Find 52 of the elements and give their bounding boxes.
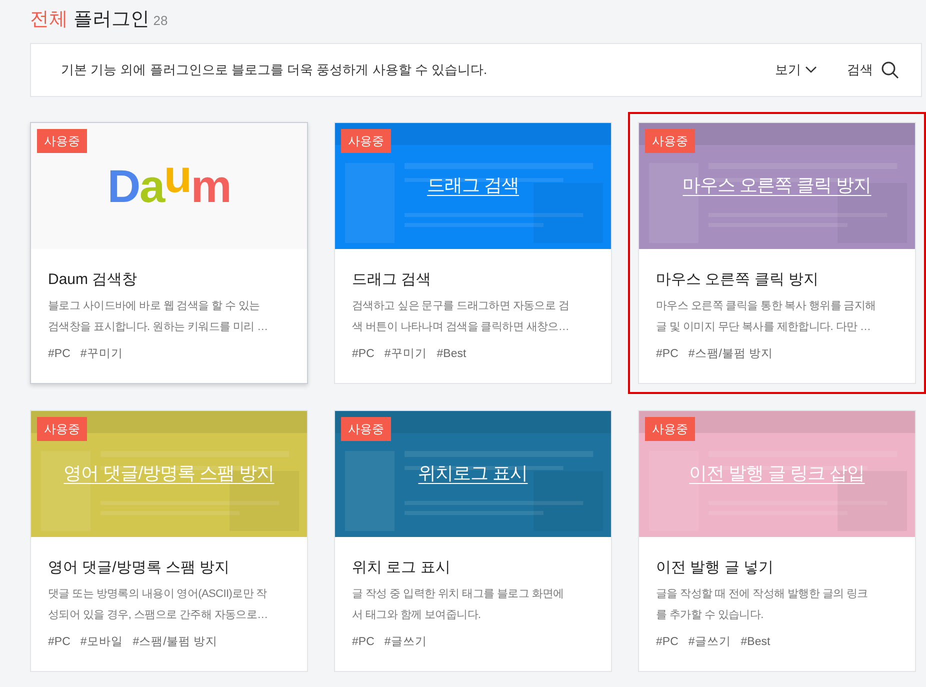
tag-link[interactable]: #PC [656, 634, 678, 652]
plugin-description: 글을 작성할 때 전에 작성해 발행한 글의 링크 를 추가할 수 있습니다. [656, 587, 869, 623]
plugin-card[interactable]: 사용중 영어 댓글/방명록 스팸 방지 영어 댓글/방명록 스팸 방지 댓글 또는 방명록의 내용이 영어(ASCII)로만 작 성되어 있을 경우, 스팸으로 간주해 자동으로… #PC #모바일 #스팸/불펌 방지 [30, 410, 308, 672]
plugin-name: Daum 검색창 [48, 270, 138, 290]
thumbnail-title: 이전 발행 글 링크 삽입 [689, 462, 865, 485]
plugin-name: 영어 댓글/방명록 스팸 방지 [48, 558, 231, 578]
tag-link[interactable]: #글쓰기 [688, 634, 731, 652]
tag-link[interactable]: #스팸/불펌 방지 [132, 634, 218, 652]
view-dropdown[interactable]: 보기 [775, 60, 817, 80]
tag-link[interactable]: #PC [352, 634, 374, 652]
thumbnail-title: 위치로그 표시 [418, 462, 528, 485]
search-button[interactable]: 검색 [847, 60, 899, 80]
in-use-badge: 사용중 [341, 128, 391, 152]
plugin-description: 검색하고 싶은 문구를 드래그하면 자동으로 검 색 버튼이 나타나며 검색을 클릭하면 새창으… [352, 299, 570, 335]
tag-link[interactable]: #꾸미기 [80, 346, 123, 364]
tag-link[interactable]: #PC [656, 346, 678, 364]
plugin-name: 이전 발행 글 넣기 [656, 558, 775, 578]
plugin-description: 댓글 또는 방명록의 내용이 영어(ASCII)로만 작 성되어 있을 경우, 스팸으로 간주해 자동으로… [48, 587, 269, 623]
logo: Daum [107, 162, 231, 208]
tag-link[interactable]: #PC [48, 346, 70, 364]
thumbnail-title: 마우스 오른쪽 클릭 방지 [682, 174, 872, 197]
thumbnail-title: 영어 댓글/방명록 스팸 방지 [64, 462, 274, 485]
in-use-badge: 사용중 [341, 416, 391, 440]
in-use-badge: 사용중 [645, 128, 695, 152]
in-use-badge: 사용중 [37, 128, 87, 152]
plugin-card[interactable]: 사용중 드래그 검색 드래그 검색 검색하고 싶은 문구를 드래그하면 자동으로 검 색 버튼이 나타나며 검색을 클릭하면 새창으… #PC #꾸미기 #Best [334, 122, 612, 384]
tag-link[interactable]: #Best [740, 634, 770, 652]
tag-link[interactable]: #글쓰기 [384, 634, 427, 652]
tag-link[interactable]: #PC [48, 634, 70, 652]
plugin-name: 위치 로그 표시 [352, 558, 452, 578]
description-text: 기본 기능 외에 플러그인으로 블로그를 더욱 풍성하게 사용할 수 있습니다. [61, 60, 488, 79]
search-icon [881, 60, 899, 78]
plugin-name: 드래그 검색 [352, 270, 432, 290]
tag-link[interactable]: #스팸/불펌 방지 [688, 346, 774, 364]
page-title: 전체 플러그인 [30, 8, 150, 32]
tag-link[interactable]: #꾸미기 [384, 346, 427, 364]
plugin-card[interactable]: 사용중 위치로그 표시 위치 로그 표시 글 작성 중 입력한 위치 태그를 블로그 화면에 서 태그와 함께 보여줍니다. #PC #글쓰기 [334, 410, 612, 672]
plugin-count: 28 [153, 12, 168, 30]
plugin-card[interactable]: 사용중 마우스 오른쪽 클릭 방지 마우스 오른쪽 클릭 방지 마우스 오른쪽 클릭을 통한 복사 행위를 금지해 글 및 이미지 무단 복사를 제한합니다. 다만 … #PC #스팸/불펌 방지 [638, 122, 916, 384]
plugin-description: 블로그 사이드바에 바로 웹 검색을 할 수 있는 검색창을 표시합니다. 원하는 키워드를 미리 … [48, 299, 269, 335]
plugin-card[interactable]: 사용중 이전 발행 글 링크 삽입 이전 발행 글 넣기 글을 작성할 때 전에 작성해 발행한 글의 링크 를 추가할 수 있습니다. #PC #글쓰기 #Best [638, 410, 916, 672]
plugin-name: 마우스 오른쪽 클릭 방지 [656, 270, 820, 290]
tag-link[interactable]: #모바일 [80, 634, 123, 652]
in-use-badge: 사용중 [37, 416, 87, 440]
plugin-description: 글 작성 중 입력한 위치 태그를 블로그 화면에 서 태그와 함께 보여줍니다. [352, 587, 565, 623]
chevron-down-icon [805, 66, 817, 74]
plugin-card[interactable]: 사용중 Daum Daum 검색창 블로그 사이드바에 바로 웹 검색을 할 수 있는 검색창을 표시합니다. 원하는 키워드를 미리 … #PC #꾸미기 [30, 122, 308, 384]
plugin-description: 마우스 오른쪽 클릭을 통한 복사 행위를 금지해 글 및 이미지 무단 복사를 제한합니다. 다만 … [656, 299, 877, 335]
tag-link[interactable]: #PC [352, 346, 374, 364]
tag-link[interactable]: #Best [436, 346, 466, 364]
thumbnail-title: 드래그 검색 [426, 174, 519, 197]
in-use-badge: 사용중 [645, 416, 695, 440]
